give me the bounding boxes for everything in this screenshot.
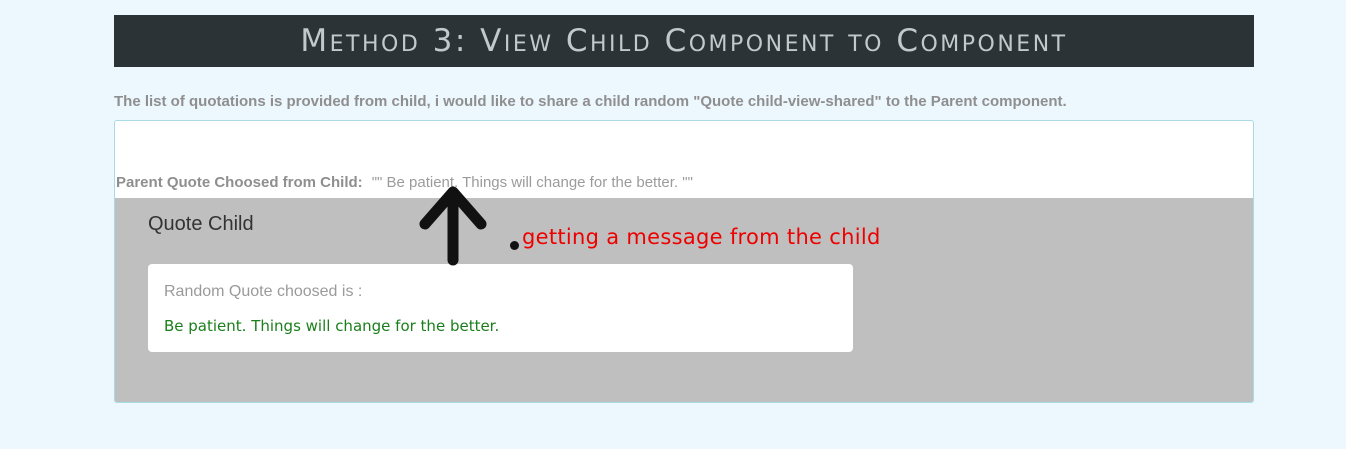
parent-quote-row: Parent Quote Choosed from Child: "" Be p… — [116, 172, 693, 192]
parent-component-panel: Parent Quote Choosed from Child: "" Be p… — [114, 120, 1254, 403]
random-quote-label: Random Quote choosed is : — [164, 283, 363, 300]
arrow-up-icon — [419, 186, 487, 266]
annotation-text: getting a message from the child — [522, 225, 881, 249]
intro-text: The list of quotations is provided from … — [114, 93, 1067, 110]
random-quote-text: Be patient. Things will change for the b… — [164, 317, 500, 335]
page-banner-title: Method 3: View Child Component to Compon… — [114, 15, 1254, 67]
annotation-dot — [510, 241, 519, 250]
random-quote-card: Random Quote choosed is : Be patient. Th… — [148, 264, 853, 352]
parent-quote-label: Parent Quote Choosed from Child: — [116, 173, 363, 191]
child-component-title: Quote Child — [148, 213, 254, 235]
